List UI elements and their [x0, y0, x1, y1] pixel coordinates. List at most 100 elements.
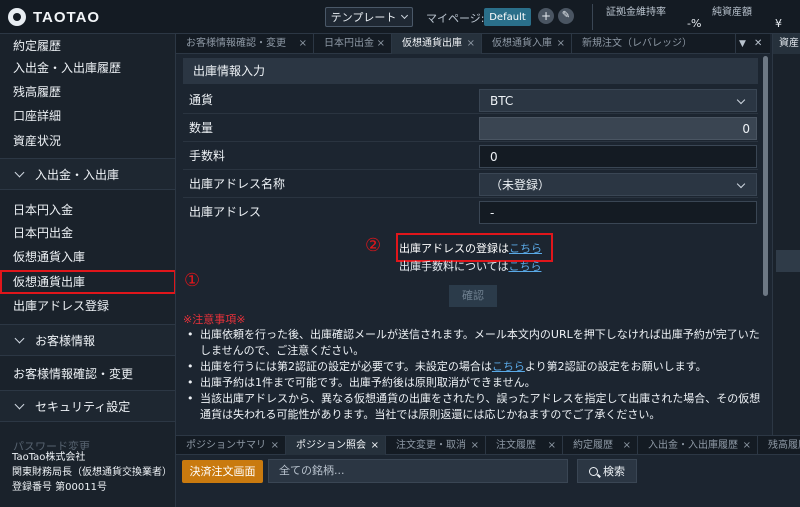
address-name-select[interactable]: （未登録）	[479, 173, 757, 196]
tab-customer-info[interactable]: お客様情報確認・変更 ×	[176, 34, 314, 54]
settlement-order-button[interactable]: 決済注文画面	[182, 460, 263, 483]
sidebar-item-crypto-deposit[interactable]: 仮想通貨入庫	[0, 245, 175, 269]
close-icon[interactable]: ×	[623, 436, 631, 455]
address-registration-text: 出庫アドレスの登録はこちら	[399, 240, 542, 256]
company-name: TaoTao株式会社	[12, 452, 86, 463]
close-icon[interactable]: ×	[471, 436, 479, 455]
right-panel-band	[776, 250, 800, 272]
top-header: TAOTAO テンプレート マイページ: Default + ✎ 証拠金維持率 …	[0, 0, 800, 34]
tab-menu-icon[interactable]: ▼	[739, 34, 746, 54]
tab-assets[interactable]: 資産	[773, 34, 800, 54]
sidebar-item-asset-status[interactable]: 資産状況	[0, 129, 175, 153]
note-item: 出庫依頼を行った後、出庫確認メールが送信されます。メール本文内のURLを押下しな…	[185, 327, 765, 359]
margin-rate-value: -%	[687, 17, 702, 30]
sidebar-item-jpy-deposit[interactable]: 日本円入金	[0, 198, 175, 222]
close-icon[interactable]: ×	[299, 34, 307, 54]
sidebar-section-deposit[interactable]: 入出金・入出庫	[0, 158, 175, 190]
close-icon[interactable]: ×	[271, 436, 279, 455]
sidebar: 約定履歴 入出金・入出庫履歴 残高履歴 口座詳細 資産状況 入出金・入出庫 日本…	[0, 34, 176, 507]
sidebar-section-customer[interactable]: お客様情報	[0, 324, 175, 356]
close-icon[interactable]: ×	[467, 34, 475, 54]
tab-label: 仮想通貨出庫	[402, 38, 462, 49]
close-icon[interactable]: ×	[743, 436, 751, 455]
sidebar-section-label: 入出金・入出庫	[35, 168, 120, 182]
sidebar-section-label: セキュリティ設定	[35, 400, 131, 414]
annotation-marker-2: ②	[365, 235, 382, 256]
sidebar-item-account-details[interactable]: 口座詳細	[0, 104, 175, 128]
search-button[interactable]: 検索	[577, 459, 637, 483]
fee-field: 0	[479, 145, 757, 168]
symbol-search-input[interactable]: 全ての銘柄...	[268, 459, 568, 483]
tab-position-summary[interactable]: ポジションサマリ ×	[176, 436, 286, 455]
sidebar-section-label: お客様情報	[35, 334, 96, 348]
currency-label: 通貨	[189, 93, 214, 107]
tab-label: 入出金・入出庫履歴	[648, 440, 738, 451]
chevron-down-icon	[736, 179, 746, 189]
tab-jpy-withdrawal[interactable]: 日本円出金 ×	[314, 34, 392, 54]
template-dropdown[interactable]: テンプレート	[325, 7, 413, 27]
quantity-row: 数量 0	[183, 114, 758, 142]
sidebar-item-crypto-withdrawal[interactable]: 仮想通貨出庫	[0, 270, 175, 294]
address-name-value: （未登録）	[490, 178, 551, 192]
close-icon[interactable]: ×	[557, 34, 565, 54]
annotation-marker-1: ①	[184, 270, 201, 291]
sidebar-item-customer-info[interactable]: お客様情報確認・変更	[0, 362, 175, 386]
sidebar-item-deposit-history[interactable]: 入出金・入出庫履歴	[0, 56, 175, 80]
logo[interactable]: TAOTAO	[8, 8, 100, 26]
add-icon[interactable]: +	[538, 8, 554, 24]
tab-label: 注文変更・取消	[396, 440, 466, 451]
scrollbar[interactable]	[763, 56, 768, 296]
sidebar-item-jpy-withdrawal[interactable]: 日本円出金	[0, 221, 175, 245]
close-icon[interactable]: ×	[377, 34, 385, 54]
tab-label: 新規注文（レバレッジ）	[582, 38, 692, 49]
net-assets-label: 純資産額	[712, 7, 752, 18]
currency-select[interactable]: BTC	[479, 89, 757, 112]
tab-deposit-history[interactable]: 入出金・入出庫履歴 ×	[638, 436, 758, 455]
fee-row: 手数料 0	[183, 142, 758, 170]
tab-new-order-leverage[interactable]: 新規注文（レバレッジ）	[572, 34, 736, 54]
note-text: 出庫を行うには第2認証の設定が必要です。未設定の場合は	[200, 360, 492, 373]
sidebar-section-security[interactable]: セキュリティ設定	[0, 390, 175, 422]
tab-crypto-deposit[interactable]: 仮想通貨入庫 ×	[482, 34, 572, 54]
currency-value: BTC	[490, 94, 514, 108]
tab-order-modify[interactable]: 注文変更・取消 ×	[386, 436, 486, 455]
tab-trade-history[interactable]: 約定履歴 ×	[563, 436, 638, 455]
default-layout-button[interactable]: Default	[484, 8, 531, 26]
address-registration-link[interactable]: こちら	[509, 242, 542, 255]
quantity-input[interactable]: 0	[479, 117, 757, 140]
close-icon[interactable]: ×	[371, 436, 379, 455]
search-button-label: 検索	[603, 465, 625, 478]
close-icon[interactable]: ×	[548, 436, 556, 455]
address-field: -	[479, 201, 757, 224]
fee-info-link[interactable]: こちら	[508, 260, 541, 273]
search-icon	[589, 466, 601, 478]
chevron-down-icon	[14, 399, 25, 410]
tab-label: 注文履歴	[496, 440, 536, 451]
logo-text: TAOTAO	[33, 8, 101, 26]
tab-balance-history[interactable]: 残高履歴	[758, 436, 800, 455]
company-reg-number: 登録番号 第00011号	[12, 482, 107, 493]
currency-row: 通貨 BTC	[183, 86, 758, 114]
note-text: より第2認証の設定をお願いします。	[524, 360, 707, 373]
tab-crypto-withdrawal[interactable]: 仮想通貨出庫 ×	[392, 34, 482, 54]
tab-label: お客様情報確認・変更	[186, 38, 286, 49]
two-factor-link[interactable]: こちら	[492, 360, 525, 373]
fee-info-prefix: 出庫手数料については	[399, 260, 509, 273]
close-icon[interactable]: ✕	[754, 34, 762, 54]
chevron-down-icon	[14, 333, 25, 344]
fee-info-text: 出庫手数料についてはこちら	[399, 258, 541, 274]
tab-label: 残高履歴	[768, 440, 800, 451]
sidebar-item-trade-history[interactable]: 約定履歴	[0, 34, 175, 58]
header-divider	[592, 4, 593, 30]
note-item: 出庫予約は1件まで可能です。出庫予約後は原則取消ができません。	[185, 375, 765, 391]
tab-order-history[interactable]: 注文履歴 ×	[486, 436, 563, 455]
sidebar-item-address-registration[interactable]: 出庫アドレス登録	[0, 294, 175, 318]
address-name-row: 出庫アドレス名称 （未登録）	[183, 170, 758, 198]
sidebar-item-balance-history[interactable]: 残高履歴	[0, 80, 175, 104]
note-item: 当該出庫アドレスから、異なる仮想通貨の出庫をされたり、誤ったアドレスを指定して出…	[185, 391, 765, 423]
edit-icon[interactable]: ✎	[558, 8, 574, 24]
tab-position-inquiry[interactable]: ポジション照会 ×	[286, 436, 386, 455]
company-registration: 関東財務局長（仮想通貨交換業者）	[12, 467, 172, 478]
address-label: 出庫アドレス	[189, 205, 262, 219]
confirm-button[interactable]: 確認	[449, 285, 497, 307]
